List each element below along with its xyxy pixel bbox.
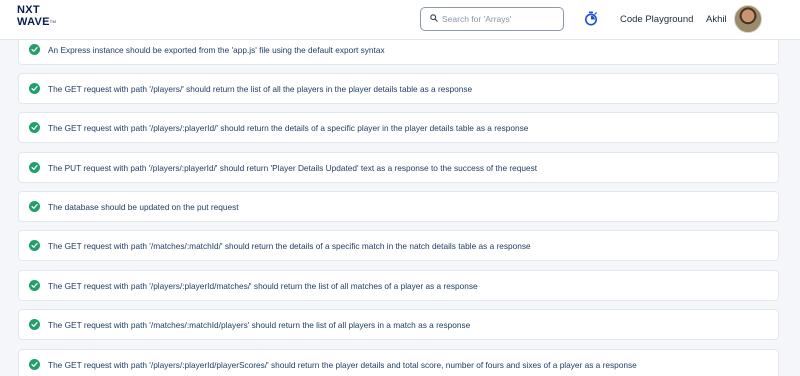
test-case-text: The GET request with path '/matches/:mat… xyxy=(48,320,471,330)
user-name[interactable]: Akhil xyxy=(706,14,727,25)
test-case-text: The GET request with path '/players/:pla… xyxy=(48,281,478,291)
test-case-text: The database should be updated on the pu… xyxy=(48,202,239,212)
logo-line1: NXT xyxy=(17,4,40,16)
search-icon xyxy=(430,14,438,22)
check-circle-icon xyxy=(29,240,40,251)
check-circle-icon xyxy=(29,122,40,133)
check-circle-icon xyxy=(29,83,40,94)
test-case-item: The GET request with path '/matches/:mat… xyxy=(18,309,779,340)
test-case-text: The GET request with path '/matches/:mat… xyxy=(48,241,531,251)
test-case-text: The GET request with path '/players/:pla… xyxy=(48,360,637,370)
top-navbar: NXT WAVETM Code Playground Akhil xyxy=(0,0,800,40)
check-circle-icon xyxy=(29,280,40,291)
test-case-item: The GET request with path '/matches/:mat… xyxy=(18,230,779,261)
test-case-item: The GET request with path '/players/' sh… xyxy=(18,73,779,104)
test-case-text: An Express instance should be exported f… xyxy=(48,45,385,55)
test-case-text: The PUT request with path '/players/:pla… xyxy=(48,163,538,173)
nxtwave-logo[interactable]: NXT WAVETM xyxy=(17,5,67,31)
logo-line2: WAVETM xyxy=(17,16,57,28)
check-circle-icon xyxy=(29,162,40,173)
search-box[interactable] xyxy=(420,7,564,31)
search-input[interactable] xyxy=(442,11,560,27)
code-playground-link[interactable]: Code Playground xyxy=(620,14,693,25)
test-case-item: The GET request with path '/players/:pla… xyxy=(18,349,779,376)
test-case-item: The PUT request with path '/players/:pla… xyxy=(18,152,779,183)
stopwatch-icon[interactable] xyxy=(584,11,598,26)
avatar[interactable] xyxy=(734,5,762,33)
test-case-item: The database should be updated on the pu… xyxy=(18,191,779,222)
test-case-text: The GET request with path '/players/:pla… xyxy=(48,123,529,133)
test-case-text: The GET request with path '/players/' sh… xyxy=(48,84,473,94)
check-circle-icon xyxy=(29,359,40,370)
test-case-list: An Express instance should be exported f… xyxy=(18,0,779,376)
logo-trademark: TM xyxy=(49,19,57,24)
test-case-item: The GET request with path '/players/:pla… xyxy=(18,270,779,301)
check-circle-icon xyxy=(29,201,40,212)
test-case-item: The GET request with path '/players/:pla… xyxy=(18,112,779,143)
check-circle-icon xyxy=(29,319,40,330)
check-circle-icon xyxy=(29,44,40,55)
